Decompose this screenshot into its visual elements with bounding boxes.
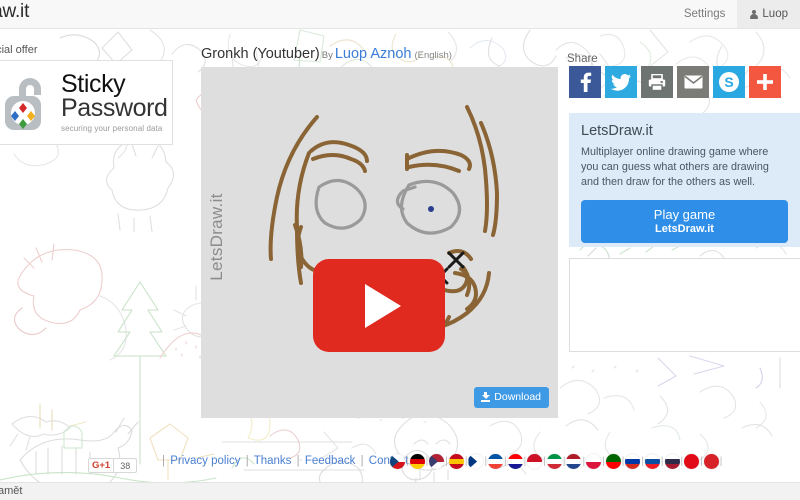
flag-us[interactable] <box>429 454 445 469</box>
svg-text:S: S <box>724 74 733 90</box>
ad-tagline: securing your personal data <box>61 124 163 133</box>
flag-tr[interactable] <box>684 454 700 469</box>
flag-pl[interactable] <box>586 454 602 469</box>
footer-link-thanks[interactable]: Thanks <box>254 455 292 467</box>
flag-id[interactable] <box>527 454 543 469</box>
flag-pt[interactable] <box>605 454 621 469</box>
footer-sep-1: | <box>245 455 249 467</box>
printer-icon <box>648 73 666 91</box>
flag-es[interactable] <box>448 454 464 469</box>
site-logo[interactable]: raw.it <box>0 1 29 23</box>
flag-fi[interactable] <box>468 454 484 469</box>
info-panel-description: Multiplayer online drawing game where yo… <box>581 146 769 188</box>
share-twitter[interactable] <box>605 66 637 98</box>
share-email[interactable] <box>677 66 709 98</box>
flag-separator: | <box>660 456 664 467</box>
footer-link-feedback[interactable]: Feedback <box>305 455 356 467</box>
flag-separator: | <box>621 456 625 467</box>
ad-text-block: Sticky Password securing your personal d… <box>61 70 168 134</box>
share-skype[interactable]: S <box>713 66 745 98</box>
download-label: Download <box>494 391 541 403</box>
flag-fr[interactable] <box>488 454 504 469</box>
flag-separator: | <box>445 456 448 467</box>
padlock-icon <box>5 77 41 130</box>
share-label: Share <box>567 53 598 65</box>
drawing-canvas[interactable]: LetsDraw.it Download <box>201 67 558 418</box>
drawing-language: (English) <box>414 50 452 61</box>
language-flags: | | | | | | | | | | | | | | | | | <box>390 454 723 469</box>
flag-separator: | <box>582 456 586 467</box>
person-icon <box>749 9 758 19</box>
nav-user-label: Luop <box>762 8 788 20</box>
drawing-title: Gronkh (Youtuber) By Luop Aznoh (English) <box>201 46 452 62</box>
flag-it[interactable] <box>546 454 562 469</box>
skype-icon: S <box>719 72 739 92</box>
flag-nl[interactable] <box>566 454 582 469</box>
flag-separator: | <box>562 456 566 467</box>
flag-separator: | <box>680 456 684 467</box>
info-panel-title: LetsDraw.it <box>581 123 653 139</box>
nav-settings[interactable]: Settings <box>672 0 738 28</box>
flag-th[interactable] <box>664 454 680 469</box>
page-root: raw.it Settings Luop ecial offer Sticky … <box>0 0 800 500</box>
flag-separator: | <box>700 456 703 467</box>
flag-separator: | <box>602 456 605 467</box>
nav-right-group: Settings Luop <box>672 0 800 28</box>
plus-icon <box>757 74 773 90</box>
footer-sep-3: | <box>360 455 364 467</box>
sticky-password-ad[interactable]: Sticky Password securing your personal d… <box>0 60 173 145</box>
drawing-author-link[interactable]: Luop Aznoh <box>335 46 412 62</box>
flag-separator: | <box>719 456 723 467</box>
play-game-label: Play game <box>653 206 716 222</box>
play-game-sublabel: LetsDraw.it <box>655 222 714 235</box>
ad-title-line1: Sticky <box>61 70 126 98</box>
flag-other[interactable] <box>703 454 719 469</box>
share-print[interactable] <box>641 66 673 98</box>
bottom-chrome-text: amět <box>0 485 23 497</box>
ad-title-line2: Password <box>61 94 168 122</box>
gplus-count: 38 <box>114 458 138 473</box>
flag-sk[interactable] <box>644 454 660 469</box>
download-button[interactable]: Download <box>474 387 549 408</box>
footer-links: | Privacy policy | Thanks | Feedback | C… <box>160 455 419 467</box>
facebook-icon <box>580 72 592 92</box>
by-label: By <box>321 50 333 61</box>
google-plus-one-button[interactable]: G+1 38 <box>88 458 138 473</box>
share-buttons-row: S <box>569 66 781 98</box>
browser-bottom-chrome: amět <box>0 482 800 500</box>
flag-separator: | <box>425 456 429 467</box>
play-game-button[interactable]: Play game LetsDraw.it <box>581 199 788 243</box>
flag-cz[interactable] <box>390 454 405 469</box>
info-panel: LetsDraw.it Multiplayer online drawing g… <box>569 113 800 247</box>
flag-separator: | <box>484 456 488 467</box>
nav-user[interactable]: Luop <box>737 0 800 28</box>
flag-separator: | <box>464 456 468 467</box>
nav-settings-label: Settings <box>683 8 726 20</box>
flag-separator: | <box>504 456 507 467</box>
footer-sep-2: | <box>296 455 300 467</box>
footer-sep-0: | <box>162 455 165 467</box>
flag-separator: | <box>641 456 644 467</box>
footer-link-privacy[interactable]: Privacy policy <box>170 455 240 467</box>
twitter-icon <box>611 73 631 91</box>
flag-ru[interactable] <box>625 454 641 469</box>
flag-separator: | <box>543 456 546 467</box>
youtube-play-icon[interactable] <box>313 259 445 352</box>
envelope-icon <box>684 75 702 89</box>
play-triangle-icon <box>365 283 401 328</box>
share-more[interactable] <box>749 66 781 98</box>
footer: G+1 38 | Privacy policy | Thanks | Feedb… <box>0 452 800 482</box>
flag-de[interactable] <box>409 454 425 469</box>
gplus-label: G+1 <box>88 458 115 473</box>
flag-separator: | <box>523 456 527 467</box>
flag-separator: | <box>406 456 409 467</box>
top-navigation-bar: raw.it Settings Luop <box>0 0 800 29</box>
canvas-watermark: LetsDraw.it <box>207 193 226 281</box>
ad-offer-label: ecial offer <box>0 44 38 56</box>
share-facebook[interactable] <box>569 66 601 98</box>
download-icon <box>481 392 491 402</box>
right-ad-placeholder[interactable] <box>569 258 800 352</box>
drawing-title-text: Gronkh (Youtuber) <box>201 46 320 62</box>
flag-hr[interactable] <box>507 454 523 469</box>
